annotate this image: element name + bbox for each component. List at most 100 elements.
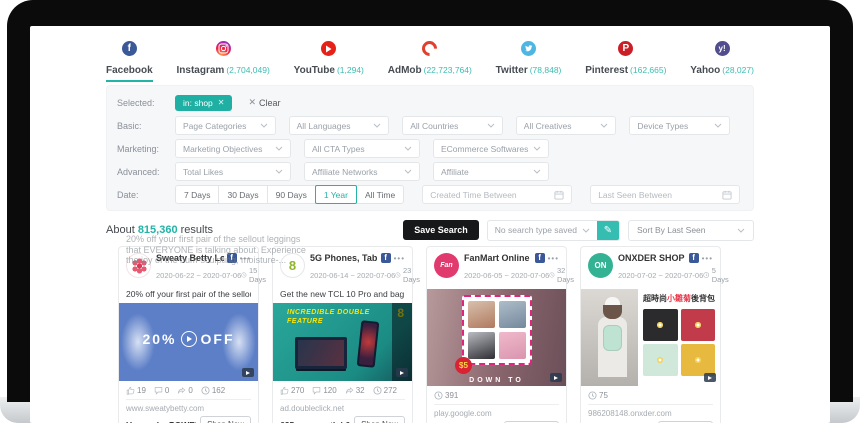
ad-link-domain[interactable]: www.sweatybetty.com	[126, 404, 251, 413]
page-categories-select[interactable]: Page Categories	[175, 116, 276, 135]
stat-value: 0	[165, 386, 169, 395]
tab-admob[interactable]: AdMob(22,723,764)	[388, 41, 472, 78]
tab-label: AdMob	[388, 65, 422, 76]
advertiser-name[interactable]: FanMart Online Shopping - F...	[464, 253, 532, 263]
creative-text: OFF	[201, 331, 235, 347]
tab-facebook[interactable]: f Facebook	[106, 41, 153, 78]
more-options-icon[interactable]: •••	[548, 254, 559, 263]
tab-twitter[interactable]: Twitter(78,848)	[496, 41, 562, 78]
facebook-icon: f	[689, 253, 699, 263]
tab-youtube[interactable]: YouTube(1,294)	[294, 41, 364, 78]
ad-card: Fan FanMart Online Shopping - F... f •••…	[426, 246, 567, 423]
tab-yahoo[interactable]: y! Yahoo(28,027)	[690, 41, 754, 78]
stat-value: 75	[599, 391, 608, 400]
comment-icon	[312, 386, 321, 395]
date-option-90-days[interactable]: 90 Days	[267, 185, 316, 204]
play-icon[interactable]	[181, 331, 197, 347]
card-header: Sweaty Betty London | Wom... f ••• 2020-…	[126, 253, 251, 284]
pinterest-icon: P	[618, 41, 633, 56]
ad-card: 8 5G Phones, Tablets & SIMs | ... f ••• …	[272, 246, 413, 423]
tab-label: YouTube	[294, 65, 335, 76]
ad-text: 20% off your first pair of the sellout l…	[126, 289, 251, 299]
ad-creative-video[interactable]: INCREDIBLE DOUBLEFEATURE 8	[273, 303, 412, 381]
creative-product-grid	[643, 309, 715, 376]
cta-types-select[interactable]: All CTA Types	[304, 139, 420, 158]
stat-value: 0	[188, 386, 192, 395]
edit-saved-search-button[interactable]: ✎	[597, 221, 619, 240]
last-seen-between-input[interactable]: Last Seen Between	[590, 185, 740, 204]
ad-date-range: 2020-06-05 ~ 2020-07-06	[464, 271, 549, 280]
chevron-down-icon	[714, 123, 722, 128]
total-likes-select[interactable]: Total Likes	[175, 162, 291, 181]
tab-instagram[interactable]: Instagram(2,704,049)	[177, 41, 270, 78]
ad-link-domain[interactable]: play.google.com	[434, 409, 559, 418]
date-option-all-time[interactable]: All Time	[356, 185, 404, 204]
tab-label: Instagram	[177, 65, 225, 76]
device-types-select[interactable]: Device Types	[629, 116, 730, 135]
created-time-between-input[interactable]: Created Time Between	[422, 185, 572, 204]
more-options-icon[interactable]: •••	[702, 254, 713, 263]
clear-filters-button[interactable]: ✕ Clear	[248, 97, 280, 108]
creatives-select[interactable]: All Creatives	[516, 116, 617, 135]
selected-tag-label: in: shop	[183, 98, 213, 108]
marketing-objectives-select[interactable]: Marketing Objectives	[175, 139, 291, 158]
ad-creative-image[interactable]: 超時尚小雛菊後背包	[581, 289, 720, 386]
ad-date-range: 2020-06-22 ~ 2020-07-06	[156, 271, 241, 280]
card-header: Fan FanMart Online Shopping - F... f •••…	[434, 253, 559, 284]
tab-pinterest[interactable]: P Pinterest(162,665)	[585, 41, 666, 78]
advertiser-name[interactable]: 5G Phones, Tablets & SIMs | ...	[310, 253, 378, 263]
ad-creative-video[interactable]: 20% OFF	[119, 303, 258, 381]
facebook-icon: f	[227, 253, 237, 263]
countries-select[interactable]: All Countries	[402, 116, 503, 135]
date-option-1-year[interactable]: 1 Year	[315, 185, 357, 204]
select-value: All Creatives	[524, 121, 572, 131]
save-search-button[interactable]: Save Search	[403, 220, 479, 240]
ad-results-grid: 20% off your first pair of the sellout l…	[106, 246, 754, 423]
date-placeholder: Last Seen Between	[598, 190, 672, 200]
clock-icon	[395, 271, 401, 279]
date-option-30-days[interactable]: 30 Days	[218, 185, 267, 204]
chevron-down-icon	[275, 169, 283, 174]
facebook-icon: f	[535, 253, 545, 263]
selected-tag[interactable]: in: shop ✕	[175, 95, 232, 111]
video-format-icon	[396, 368, 408, 377]
shop-now-button[interactable]: Shop Now	[200, 416, 251, 423]
results-bar: About 815,360 results Save Search No sea…	[106, 219, 754, 241]
ad-link-domain[interactable]: 986208148.onxder.com	[588, 409, 713, 418]
advertiser-name[interactable]: ONXDER SHOP	[618, 253, 686, 263]
chevron-down-icon	[487, 123, 495, 128]
select-value: Total Likes	[183, 167, 223, 177]
remove-tag-icon[interactable]: ✕	[218, 98, 225, 107]
shop-now-button[interactable]: Shop Now	[354, 416, 405, 423]
about-word: About	[106, 224, 135, 236]
stat-value: 162	[212, 386, 225, 395]
more-options-icon[interactable]: •••	[394, 254, 405, 263]
saved-search-dropdown[interactable]: No search type saved ✎	[487, 220, 620, 241]
ad-duration: 15 Days	[249, 266, 268, 284]
tab-count: (78,848)	[530, 65, 562, 75]
ad-text: Get the new TCL 10 Pro and bag a free TC…	[280, 289, 405, 299]
tab-label: Twitter	[496, 65, 528, 76]
affiliate-select[interactable]: Affiliate	[433, 162, 549, 181]
engagement-stats: 75	[588, 391, 713, 400]
languages-select[interactable]: All Languages	[289, 116, 390, 135]
stat-value: 272	[384, 386, 397, 395]
affiliate-networks-select[interactable]: Affiliate Networks	[304, 162, 420, 181]
advertiser-name[interactable]: Sweaty Betty London | Wom...	[156, 253, 224, 263]
date-option-7-days[interactable]: 7 Days	[175, 185, 219, 204]
date-filter-row: Date: 7 Days 30 Days 90 Days 1 Year All …	[117, 185, 743, 204]
ad-link-domain[interactable]: ad.doubleclick.net	[280, 404, 405, 413]
share-icon	[345, 386, 354, 395]
ecommerce-softwares-select[interactable]: ECommerce Softwares	[433, 139, 549, 158]
more-options-icon[interactable]: •••	[240, 254, 251, 263]
sort-dropdown[interactable]: Sort By Last Seen	[628, 220, 754, 241]
stat-value: 120	[323, 386, 336, 395]
basic-filter-row: Basic: Page Categories All Languages All…	[117, 116, 743, 135]
chevron-down-icon	[533, 146, 541, 151]
ad-creative-video[interactable]: $5 DOWN TO	[427, 289, 566, 386]
results-count-text: About 815,360 results	[106, 224, 213, 236]
advertiser-avatar: ON	[588, 253, 613, 278]
divider	[280, 399, 405, 400]
chevron-down-icon	[582, 228, 590, 233]
sort-value: Sort By Last Seen	[637, 225, 706, 235]
